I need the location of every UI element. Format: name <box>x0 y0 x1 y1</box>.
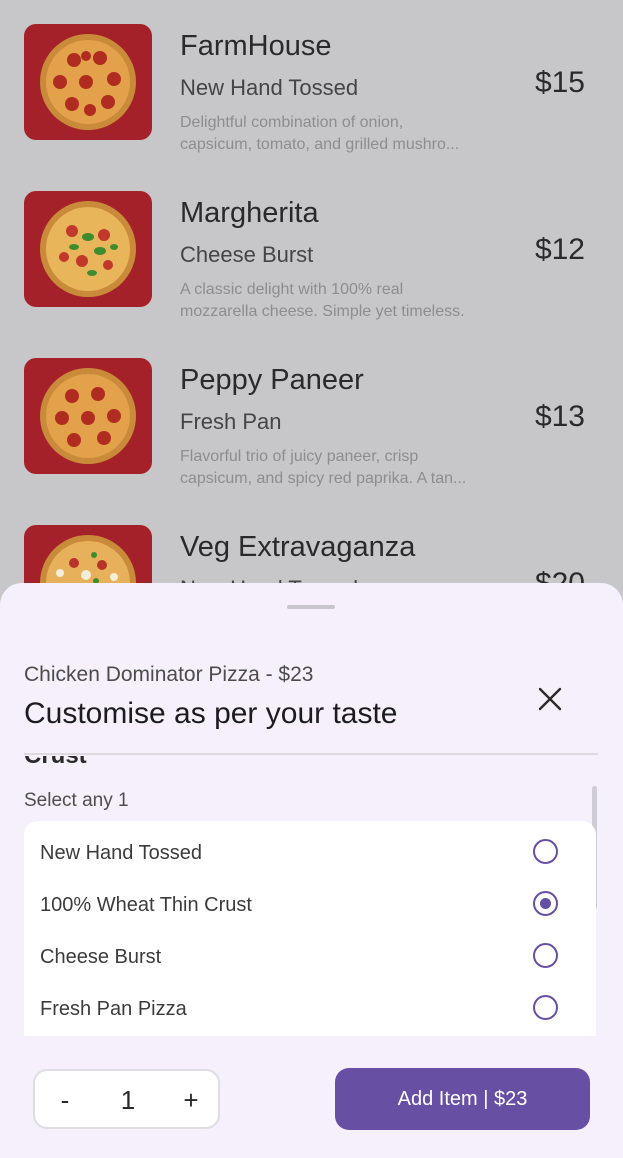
item-crust: New Hand Tossed <box>180 75 359 100</box>
item-name: Veg Extravaganza <box>180 531 416 563</box>
radio-button[interactable] <box>533 995 558 1020</box>
radio-button[interactable] <box>533 839 558 864</box>
close-icon <box>538 687 562 711</box>
pepperoni-pizza-image <box>40 368 136 464</box>
crust-option[interactable]: Cheese Burst <box>24 933 596 985</box>
item-name: FarmHouse <box>180 30 332 62</box>
options-scroll-area[interactable]: Crust Select any 1 New Hand Tossed 100% … <box>0 756 623 1036</box>
item-description: Flavorful trio of juicy paneer, crisp ca… <box>180 446 520 490</box>
increase-quantity-button[interactable]: + <box>171 1083 211 1117</box>
menu-item[interactable]: Margherita Cheese Burst A classic deligh… <box>0 167 623 334</box>
option-label: Cheese Burst <box>40 946 162 968</box>
description-line: Delightful combination of onion, <box>180 114 404 131</box>
crust-option[interactable]: New Hand Tossed <box>24 829 596 881</box>
pizza-thumbnail <box>24 191 152 307</box>
description-line: Flavorful trio of juicy paneer, crisp <box>180 448 419 465</box>
pizza-thumbnail <box>24 358 152 474</box>
add-item-button[interactable]: Add Item | $23 <box>335 1068 590 1130</box>
item-price: $13 <box>534 400 585 433</box>
sheet-title: Customise as per your taste <box>24 697 398 730</box>
screen: FarmHouse New Hand Tossed Delightful com… <box>0 0 623 1158</box>
customise-bottom-sheet: Chicken Dominator Pizza - $23 Customise … <box>0 583 623 1158</box>
item-description: Delightful combination of onion, capsicu… <box>180 112 520 156</box>
crust-options-card: New Hand Tossed 100% Wheat Thin Crust Ch… <box>24 821 596 1036</box>
menu-item[interactable]: FarmHouse New Hand Tossed Delightful com… <box>0 0 623 167</box>
option-label: Fresh Pan Pizza <box>40 998 187 1020</box>
item-name: Peppy Paneer <box>180 364 364 396</box>
item-name: Margherita <box>180 197 319 229</box>
drag-handle[interactable] <box>287 605 335 609</box>
sheet-subtitle: Chicken Dominator Pizza - $23 <box>24 663 314 686</box>
item-crust: Cheese Burst <box>180 242 314 267</box>
pepperoni-pizza-image <box>40 34 136 130</box>
close-button[interactable] <box>530 679 570 719</box>
menu-item[interactable]: Peppy Paneer Fresh Pan Flavorful trio of… <box>0 334 623 501</box>
description-line: A classic delight with 100% real <box>180 281 404 298</box>
crust-option[interactable]: 100% Wheat Thin Crust <box>24 881 596 933</box>
decrease-quantity-button[interactable]: - <box>45 1083 85 1117</box>
quantity-stepper: - 1 + <box>33 1069 220 1129</box>
section-title: Crust <box>24 756 87 770</box>
item-price: $12 <box>534 233 585 266</box>
item-crust: Fresh Pan <box>180 409 282 434</box>
radio-button-selected[interactable] <box>533 891 558 916</box>
radio-button[interactable] <box>533 943 558 968</box>
margherita-pizza-image <box>40 201 136 297</box>
description-line: mozzarella cheese. Simple yet timeless. <box>180 303 465 320</box>
item-price: $15 <box>534 66 585 99</box>
pizza-thumbnail <box>24 24 152 140</box>
item-description: A classic delight with 100% real mozzare… <box>180 279 520 323</box>
crust-option[interactable]: Fresh Pan Pizza <box>24 985 596 1036</box>
divider <box>24 753 598 755</box>
option-label: New Hand Tossed <box>40 842 202 864</box>
option-label: 100% Wheat Thin Crust <box>40 894 252 916</box>
description-line: capsicum, and spicy red paprika. A tan..… <box>180 470 467 487</box>
description-line: capsicum, tomato, and grilled mushro... <box>180 136 460 153</box>
section-hint: Select any 1 <box>24 790 129 811</box>
quantity-value: 1 <box>120 1085 136 1115</box>
